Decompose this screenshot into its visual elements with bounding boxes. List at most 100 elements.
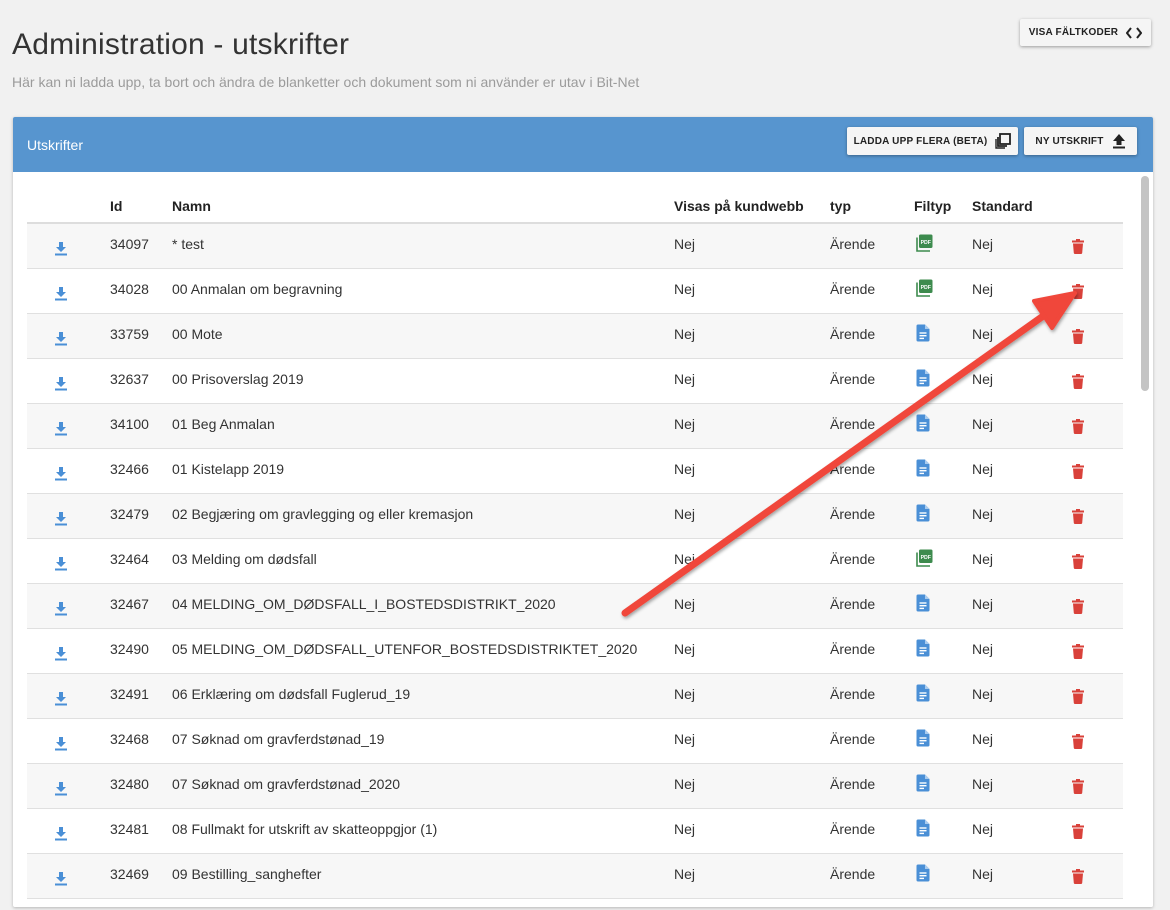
header-visible[interactable]: Visas på kundwebb <box>674 198 804 214</box>
trash-icon[interactable] <box>1072 509 1084 527</box>
table-row[interactable]: 32467 04 MELDING_OM_DØDSFALL_I_BOSTEDSDIS… <box>27 584 1123 629</box>
trash-icon[interactable] <box>1072 734 1084 752</box>
row-id: 32469 <box>110 866 149 882</box>
row-type: Ärende <box>830 731 876 747</box>
table-row[interactable]: 32480 07 Søknad om gravferdstønad_2020 Nej… <box>27 764 1123 809</box>
trash-icon[interactable] <box>1072 464 1084 482</box>
row-name[interactable]: 08 Fullmakt for utskrift av skatteoppgjo… <box>172 821 437 837</box>
trash-icon[interactable] <box>1072 329 1084 347</box>
table-row[interactable]: 32491 06 Erklæring om dødsfall Fuglerud_1… <box>27 674 1123 719</box>
row-visible: Nej <box>674 731 696 747</box>
document-file-icon <box>916 324 930 345</box>
table-row[interactable]: 32466 01 Kistelapp 2019 Nej Ärende Nej <box>27 449 1123 494</box>
download-icon[interactable] <box>54 286 68 304</box>
trash-icon[interactable] <box>1072 599 1084 617</box>
header-type[interactable]: typ <box>830 198 851 214</box>
trash-icon[interactable] <box>1072 644 1084 662</box>
row-id: 32479 <box>110 506 149 522</box>
show-field-codes-button[interactable]: VISA FÄLTKODER <box>1020 19 1151 46</box>
header-id[interactable]: Id <box>110 198 122 214</box>
table-row[interactable]: 32490 05 MELDING_OM_DØDSFALL_UTENFOR_BOST… <box>27 629 1123 674</box>
row-name[interactable]: 00 Prisoverslag 2019 <box>172 371 304 387</box>
trash-icon[interactable] <box>1072 374 1084 392</box>
download-icon[interactable] <box>54 736 68 754</box>
scrollbar[interactable] <box>1137 172 1153 907</box>
row-name[interactable]: 03 Melding om dødsfall <box>172 551 317 567</box>
document-file-icon <box>916 729 930 750</box>
row-visible: Nej <box>674 596 696 612</box>
table-row[interactable]: 32637 00 Prisoverslag 2019 Nej Ärende Nej <box>27 359 1123 404</box>
new-print-button[interactable]: NY UTSKRIFT <box>1024 127 1137 155</box>
row-type: Ärende <box>830 866 876 882</box>
svg-text:PDF: PDF <box>921 240 931 246</box>
download-icon[interactable] <box>54 331 68 349</box>
row-name[interactable]: 02 Begjæring om gravlegging og eller kre… <box>172 506 473 522</box>
row-visible: Nej <box>674 416 696 432</box>
table-row[interactable]: 33759 00 Mote Nej Ärende Nej <box>27 314 1123 359</box>
header-standard[interactable]: Standard <box>972 198 1033 214</box>
row-visible: Nej <box>674 641 696 657</box>
download-icon[interactable] <box>54 871 68 889</box>
document-file-icon <box>916 684 930 705</box>
download-icon[interactable] <box>54 241 68 259</box>
table-row[interactable]: 32464 03 Melding om dødsfall Nej Ärende PDF N… <box>27 539 1123 584</box>
row-name[interactable]: 05 MELDING_OM_DØDSFALL_UTENFOR_BOSTEDSDI… <box>172 641 637 657</box>
download-icon[interactable] <box>54 421 68 439</box>
row-name[interactable]: 06 Erklæring om dødsfall Fuglerud_19 <box>172 686 410 702</box>
trash-icon[interactable] <box>1072 554 1084 572</box>
row-name[interactable]: 07 Søknad om gravferdstønad_2020 <box>172 776 400 792</box>
row-visible: Nej <box>674 776 696 792</box>
trash-icon[interactable] <box>1072 419 1084 437</box>
row-type: Ärende <box>830 641 876 657</box>
table-row[interactable]: 32469 09 Bestilling_sanghefter Nej Ärende Ne… <box>27 854 1123 899</box>
row-visible: Nej <box>674 281 696 297</box>
download-icon[interactable] <box>54 826 68 844</box>
pdf-file-icon: PDF <box>916 279 933 300</box>
download-icon[interactable] <box>54 691 68 709</box>
row-name[interactable]: 09 Bestilling_sanghefter <box>172 866 321 882</box>
row-visible: Nej <box>674 506 696 522</box>
trash-icon[interactable] <box>1072 869 1084 887</box>
row-standard: Nej <box>972 596 994 612</box>
row-name[interactable]: 00 Mote <box>172 326 223 342</box>
download-icon[interactable] <box>54 376 68 394</box>
row-type: Ärende <box>830 776 876 792</box>
trash-icon[interactable] <box>1072 239 1084 257</box>
header-filetype[interactable]: Filtyp <box>914 198 951 214</box>
document-file-icon <box>916 594 930 615</box>
table-row[interactable]: 32479 02 Begjæring om gravlegging og elle… <box>27 494 1123 539</box>
trash-icon[interactable] <box>1072 779 1084 797</box>
row-name[interactable]: 04 MELDING_OM_DØDSFALL_I_BOSTEDSDISTRIKT… <box>172 596 556 612</box>
table-row[interactable]: 32481 08 Fullmakt for utskrift av skatteo… <box>27 809 1123 854</box>
scrollbar-thumb[interactable] <box>1141 176 1149 391</box>
trash-icon[interactable] <box>1072 824 1084 842</box>
download-icon[interactable] <box>54 466 68 484</box>
download-icon[interactable] <box>54 556 68 574</box>
page-subtitle: Här kan ni ladda upp, ta bort och ändra … <box>12 74 640 90</box>
row-name[interactable]: 07 Søknad om gravferdstønad_19 <box>172 731 384 747</box>
upload-many-button[interactable]: LADDA UPP FLERA (BETA) <box>847 127 1018 155</box>
download-icon[interactable] <box>54 511 68 529</box>
row-visible: Nej <box>674 866 696 882</box>
multiple-files-icon <box>995 133 1012 149</box>
row-standard: Nej <box>972 551 994 567</box>
row-name[interactable]: 00 Anmalan om begravning <box>172 281 342 297</box>
header-name[interactable]: Namn <box>172 198 211 214</box>
table-row[interactable]: 34097 * test Nej Ärende PDF Nej <box>27 224 1123 269</box>
trash-icon[interactable] <box>1072 284 1084 302</box>
row-id: 32490 <box>110 641 149 657</box>
download-icon[interactable] <box>54 601 68 619</box>
table-row[interactable]: 34100 01 Beg Anmalan Nej Ärende Nej <box>27 404 1123 449</box>
table-row[interactable]: 34028 00 Anmalan om begravning Nej Ärende PD… <box>27 269 1123 314</box>
download-icon[interactable] <box>54 781 68 799</box>
row-name[interactable]: * test <box>172 236 204 252</box>
document-file-icon <box>916 774 930 795</box>
card-title: Utskrifter <box>27 137 83 153</box>
trash-icon[interactable] <box>1072 689 1084 707</box>
row-standard: Nej <box>972 686 994 702</box>
row-name[interactable]: 01 Kistelapp 2019 <box>172 461 284 477</box>
row-standard: Nej <box>972 731 994 747</box>
table-row[interactable]: 32468 07 Søknad om gravferdstønad_19 Nej Är… <box>27 719 1123 764</box>
download-icon[interactable] <box>54 646 68 664</box>
row-name[interactable]: 01 Beg Anmalan <box>172 416 275 432</box>
